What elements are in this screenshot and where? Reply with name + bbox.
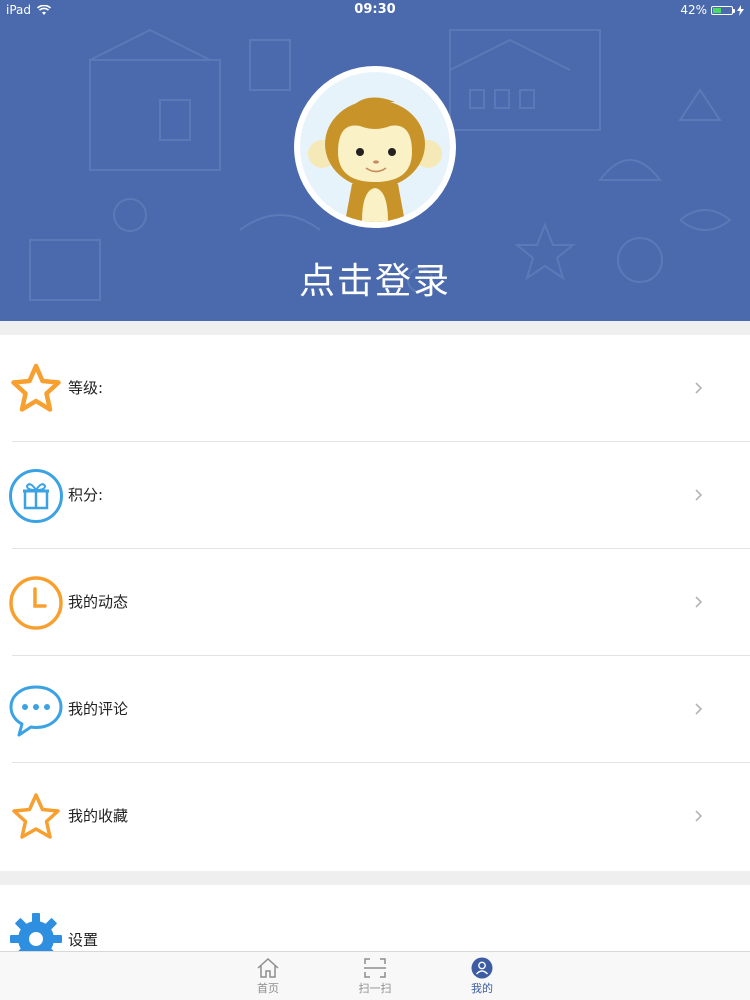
menu-item-label: 我的动态 — [68, 593, 129, 611]
menu-item-comments[interactable]: 我的评论 — [0, 656, 750, 763]
menu-item-label: 等级: — [68, 379, 104, 397]
menu-item-settings[interactable]: 设置 — [0, 885, 750, 951]
status-right: 42% — [680, 0, 744, 20]
menu-item-label: 我的收藏 — [68, 807, 129, 825]
menu-item-activity[interactable]: 我的动态 — [0, 549, 750, 656]
login-prompt[interactable]: 点击登录 — [0, 252, 750, 304]
status-time: 09:30 — [354, 2, 396, 17]
profile-menu: 等级: 积分: 我的动态 我的评论 我的收藏 — [0, 335, 750, 871]
tab-mine[interactable]: 我的 — [452, 955, 512, 999]
gear-icon — [10, 913, 62, 951]
chevron-right-icon — [695, 382, 703, 394]
battery-icon — [711, 5, 735, 15]
chevron-right-icon — [695, 596, 703, 608]
gift-icon — [9, 469, 63, 523]
settings-label: 设置 — [68, 931, 99, 949]
tab-scan[interactable]: 扫一扫 — [345, 955, 405, 999]
chevron-right-icon — [695, 703, 703, 715]
status-bar: iPad 09:30 42% — [0, 0, 750, 20]
star-icon — [11, 363, 61, 412]
tab-home[interactable]: 首页 — [238, 955, 298, 999]
menu-item-label: 我的评论 — [68, 700, 129, 718]
tab-label: 首页 — [257, 982, 279, 995]
battery-fill — [713, 7, 721, 13]
monkey-avatar-icon — [308, 97, 442, 222]
menu-item-level[interactable]: 等级: — [0, 335, 750, 442]
chevron-right-icon — [695, 489, 703, 501]
menu-item-points[interactable]: 积分: — [0, 442, 750, 549]
tab-label: 扫一扫 — [358, 982, 392, 995]
battery-percent: 42% — [680, 3, 707, 17]
avatar-image — [300, 72, 450, 222]
menu-item-favorites[interactable]: 我的收藏 — [0, 763, 750, 870]
scan-icon — [364, 958, 386, 978]
tab-bar: 首页 扫一扫 我的 — [0, 951, 750, 1000]
star-outline-icon — [12, 793, 60, 839]
menu-item-label: 积分: — [68, 486, 104, 504]
charging-bolt-icon — [737, 4, 744, 16]
tab-label: 我的 — [471, 982, 493, 995]
user-icon — [471, 957, 493, 979]
chevron-right-icon — [695, 810, 703, 822]
chat-bubble-icon — [9, 685, 63, 737]
clock-icon — [9, 576, 63, 630]
profile-header: iPad 09:30 42% 点击登录 — [0, 0, 750, 321]
home-icon — [257, 957, 279, 978]
avatar[interactable] — [294, 66, 456, 228]
